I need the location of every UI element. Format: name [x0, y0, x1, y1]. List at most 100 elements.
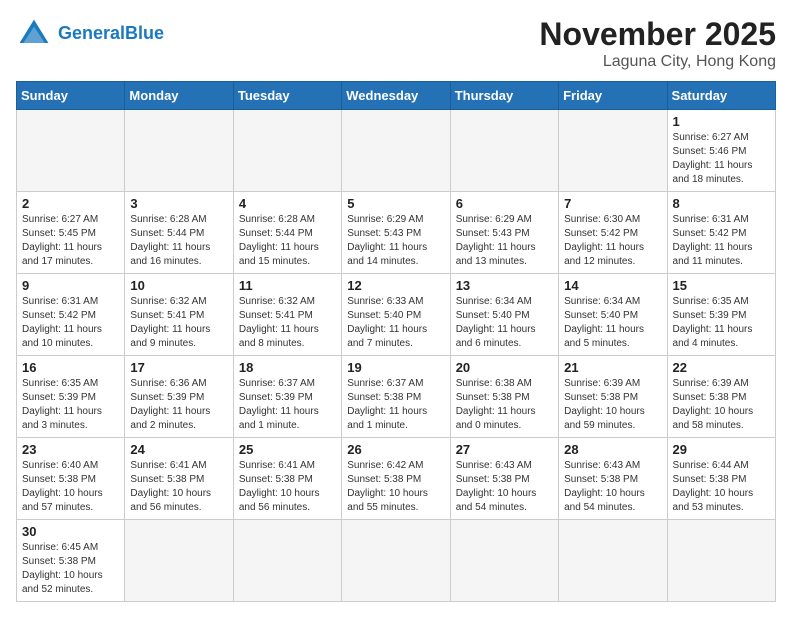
day-number: 28 [564, 442, 661, 457]
day-number: 5 [347, 196, 444, 211]
day-info: Sunrise: 6:41 AM Sunset: 5:38 PM Dayligh… [239, 459, 336, 515]
day-info: Sunrise: 6:32 AM Sunset: 5:41 PM Dayligh… [130, 295, 227, 351]
calendar-cell [450, 110, 558, 192]
calendar-cell: 11 Sunrise: 6:32 AM Sunset: 5:41 PM Dayli… [233, 274, 341, 356]
week-row-5: 30 Sunrise: 6:45 AM Sunset: 5:38 PM Dayli… [17, 520, 776, 602]
logo-text: GeneralBlue [58, 24, 164, 44]
calendar-cell [559, 110, 667, 192]
day-number: 9 [22, 278, 119, 293]
day-info: Sunrise: 6:37 AM Sunset: 5:39 PM Dayligh… [239, 377, 336, 433]
calendar-cell: 10 Sunrise: 6:32 AM Sunset: 5:41 PM Dayli… [125, 274, 233, 356]
day-number: 4 [239, 196, 336, 211]
calendar-cell: 28Sunrise: 6:43 AM Sunset: 5:38 PM Dayli… [559, 438, 667, 520]
day-number: 3 [130, 196, 227, 211]
day-info: Sunrise: 6:27 AM Sunset: 5:46 PM Dayligh… [673, 131, 770, 187]
day-info: Sunrise: 6:39 AM Sunset: 5:38 PM Dayligh… [564, 377, 661, 433]
day-number: 27 [456, 442, 553, 457]
calendar-cell: 19 Sunrise: 6:37 AM Sunset: 5:38 PM Dayli… [342, 356, 450, 438]
day-info: Sunrise: 6:38 AM Sunset: 5:38 PM Dayligh… [456, 377, 553, 433]
day-info: Sunrise: 6:31 AM Sunset: 5:42 PM Dayligh… [22, 295, 119, 351]
weekday-header-saturday: Saturday [667, 82, 775, 110]
day-info: Sunrise: 6:36 AM Sunset: 5:39 PM Dayligh… [130, 377, 227, 433]
calendar-cell: 13 Sunrise: 6:34 AM Sunset: 5:40 PM Dayli… [450, 274, 558, 356]
day-info: Sunrise: 6:45 AM Sunset: 5:38 PM Dayligh… [22, 541, 119, 597]
calendar-cell: 6Sunrise: 6:29 AM Sunset: 5:43 PM Daylig… [450, 192, 558, 274]
day-info: Sunrise: 6:43 AM Sunset: 5:38 PM Dayligh… [456, 459, 553, 515]
calendar-cell [125, 520, 233, 602]
weekday-header-thursday: Thursday [450, 82, 558, 110]
week-row-2: 9 Sunrise: 6:31 AM Sunset: 5:42 PM Daylig… [17, 274, 776, 356]
calendar-cell: 16 Sunrise: 6:35 AM Sunset: 5:39 PM Dayli… [17, 356, 125, 438]
day-info: Sunrise: 6:33 AM Sunset: 5:40 PM Dayligh… [347, 295, 444, 351]
calendar-cell: 22 Sunrise: 6:39 AM Sunset: 5:38 PM Dayli… [667, 356, 775, 438]
day-number: 11 [239, 278, 336, 293]
calendar-cell [342, 520, 450, 602]
day-info: Sunrise: 6:34 AM Sunset: 5:40 PM Dayligh… [456, 295, 553, 351]
calendar-cell: 29 Sunrise: 6:44 AM Sunset: 5:38 PM Dayli… [667, 438, 775, 520]
calendar-cell: 3 Sunrise: 6:28 AM Sunset: 5:44 PM Daylig… [125, 192, 233, 274]
calendar-cell: 25 Sunrise: 6:41 AM Sunset: 5:38 PM Dayli… [233, 438, 341, 520]
day-info: Sunrise: 6:44 AM Sunset: 5:38 PM Dayligh… [673, 459, 770, 515]
day-number: 21 [564, 360, 661, 375]
calendar-cell: 7Sunrise: 6:30 AM Sunset: 5:42 PM Daylig… [559, 192, 667, 274]
day-number: 14 [564, 278, 661, 293]
weekday-header-monday: Monday [125, 82, 233, 110]
day-number: 13 [456, 278, 553, 293]
day-info: Sunrise: 6:31 AM Sunset: 5:42 PM Dayligh… [673, 213, 770, 269]
calendar-cell [342, 110, 450, 192]
day-info: Sunrise: 6:35 AM Sunset: 5:39 PM Dayligh… [673, 295, 770, 351]
day-number: 25 [239, 442, 336, 457]
day-info: Sunrise: 6:32 AM Sunset: 5:41 PM Dayligh… [239, 295, 336, 351]
day-number: 18 [239, 360, 336, 375]
day-info: Sunrise: 6:37 AM Sunset: 5:38 PM Dayligh… [347, 377, 444, 433]
calendar-cell: 5Sunrise: 6:29 AM Sunset: 5:43 PM Daylig… [342, 192, 450, 274]
weekday-header-sunday: Sunday [17, 82, 125, 110]
day-number: 8 [673, 196, 770, 211]
calendar-cell: 15Sunrise: 6:35 AM Sunset: 5:39 PM Dayli… [667, 274, 775, 356]
calendar-cell: 18 Sunrise: 6:37 AM Sunset: 5:39 PM Dayli… [233, 356, 341, 438]
day-info: Sunrise: 6:34 AM Sunset: 5:40 PM Dayligh… [564, 295, 661, 351]
day-info: Sunrise: 6:35 AM Sunset: 5:39 PM Dayligh… [22, 377, 119, 433]
calendar-cell: 30 Sunrise: 6:45 AM Sunset: 5:38 PM Dayli… [17, 520, 125, 602]
calendar-cell: 4Sunrise: 6:28 AM Sunset: 5:44 PM Daylig… [233, 192, 341, 274]
day-info: Sunrise: 6:28 AM Sunset: 5:44 PM Dayligh… [130, 213, 227, 269]
calendar-cell [125, 110, 233, 192]
day-number: 10 [130, 278, 227, 293]
calendar-table: SundayMondayTuesdayWednesdayThursdayFrid… [16, 81, 776, 602]
calendar-cell [17, 110, 125, 192]
week-row-3: 16 Sunrise: 6:35 AM Sunset: 5:39 PM Dayli… [17, 356, 776, 438]
day-number: 24 [130, 442, 227, 457]
day-number: 12 [347, 278, 444, 293]
day-number: 29 [673, 442, 770, 457]
calendar-cell [667, 520, 775, 602]
day-number: 19 [347, 360, 444, 375]
day-number: 1 [673, 114, 770, 129]
day-number: 7 [564, 196, 661, 211]
logo-icon [16, 16, 52, 52]
calendar-cell: 12 Sunrise: 6:33 AM Sunset: 5:40 PM Dayli… [342, 274, 450, 356]
calendar-cell: 27 Sunrise: 6:43 AM Sunset: 5:38 PM Dayli… [450, 438, 558, 520]
calendar-cell: 26Sunrise: 6:42 AM Sunset: 5:38 PM Dayli… [342, 438, 450, 520]
day-number: 30 [22, 524, 119, 539]
day-number: 22 [673, 360, 770, 375]
day-number: 2 [22, 196, 119, 211]
logo: GeneralBlue [16, 16, 164, 52]
day-info: Sunrise: 6:39 AM Sunset: 5:38 PM Dayligh… [673, 377, 770, 433]
week-row-1: 2 Sunrise: 6:27 AM Sunset: 5:45 PM Daylig… [17, 192, 776, 274]
calendar-cell: 20 Sunrise: 6:38 AM Sunset: 5:38 PM Dayli… [450, 356, 558, 438]
day-number: 6 [456, 196, 553, 211]
day-info: Sunrise: 6:40 AM Sunset: 5:38 PM Dayligh… [22, 459, 119, 515]
day-number: 23 [22, 442, 119, 457]
weekday-header-friday: Friday [559, 82, 667, 110]
calendar-cell [450, 520, 558, 602]
calendar-cell: 23 Sunrise: 6:40 AM Sunset: 5:38 PM Dayli… [17, 438, 125, 520]
calendar-cell [559, 520, 667, 602]
weekday-header-row: SundayMondayTuesdayWednesdayThursdayFrid… [17, 82, 776, 110]
day-number: 26 [347, 442, 444, 457]
calendar-cell: 2 Sunrise: 6:27 AM Sunset: 5:45 PM Daylig… [17, 192, 125, 274]
day-number: 16 [22, 360, 119, 375]
day-number: 17 [130, 360, 227, 375]
day-info: Sunrise: 6:27 AM Sunset: 5:45 PM Dayligh… [22, 213, 119, 269]
day-number: 20 [456, 360, 553, 375]
week-row-4: 23 Sunrise: 6:40 AM Sunset: 5:38 PM Dayli… [17, 438, 776, 520]
